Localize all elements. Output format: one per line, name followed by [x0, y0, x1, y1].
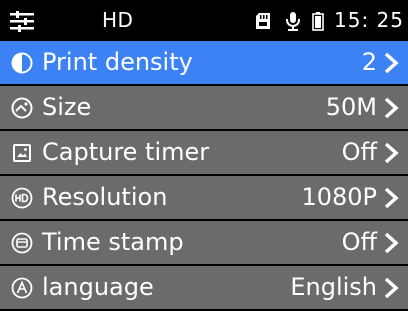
menu-item-time-stamp[interactable]: Time stamp Off — [0, 221, 408, 264]
chevron-right-icon — [384, 187, 399, 209]
menu-item-label: Time stamp — [42, 228, 184, 256]
menu-item-capture-timer[interactable]: Capture timer Off — [0, 131, 408, 174]
menu-item-value: 50M — [325, 93, 377, 121]
menu-item-value: 1080P — [301, 183, 377, 211]
contrast-icon — [11, 52, 33, 74]
chevron-right-icon — [384, 232, 399, 254]
time-stamp-icon — [11, 232, 33, 254]
menu-item-language[interactable]: language English — [0, 266, 408, 309]
chevron-right-icon — [384, 97, 399, 119]
menu-item-label: Capture timer — [42, 138, 210, 166]
menu-item-value: Off — [341, 138, 377, 166]
chevron-right-icon — [384, 52, 399, 74]
menu-item-value: Off — [341, 228, 377, 256]
settings-menu: Print density 2 Size 50M Capture timer O… — [0, 41, 408, 311]
menu-item-value: 2 — [361, 48, 377, 76]
microphone-icon — [286, 12, 300, 31]
menu-item-value: English — [290, 273, 377, 301]
menu-icon[interactable] — [9, 10, 35, 32]
battery-icon — [312, 12, 324, 31]
language-icon — [11, 277, 33, 299]
clock-time: 15: 25 — [334, 8, 404, 32]
menu-item-label: language — [42, 273, 154, 301]
menu-item-label: Print density — [42, 48, 193, 76]
menu-item-resolution[interactable]: Resolution 1080P — [0, 176, 408, 219]
sd-card-icon — [256, 13, 270, 29]
menu-item-print-density[interactable]: Print density 2 — [0, 41, 408, 84]
chevron-right-icon — [384, 277, 399, 299]
menu-item-size[interactable]: Size 50M — [0, 86, 408, 129]
chevron-right-icon — [384, 142, 399, 164]
camera-settings-screen: HD 15: 25 Print density 2 Size 50M Captu… — [0, 0, 408, 309]
hd-icon — [11, 187, 33, 209]
image-timer-icon — [13, 144, 31, 162]
status-bar: HD 15: 25 — [0, 0, 408, 40]
size-icon — [11, 97, 33, 119]
menu-item-label: Resolution — [42, 183, 168, 211]
menu-item-label: Size — [42, 93, 92, 121]
status-title: HD — [102, 8, 134, 32]
